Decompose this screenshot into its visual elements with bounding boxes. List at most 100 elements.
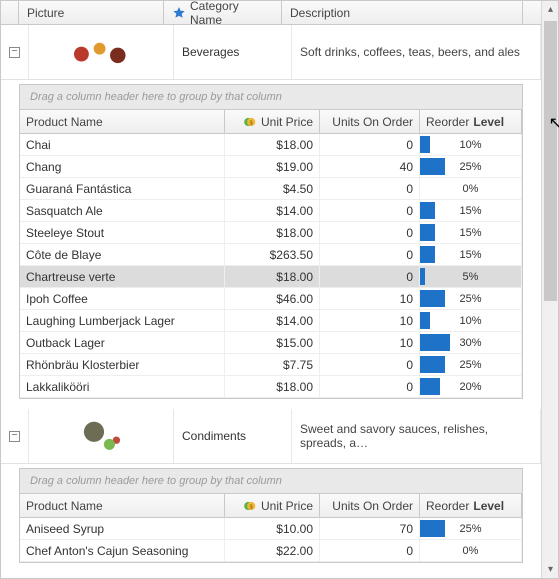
reorder-level-cell: 25% <box>420 156 522 177</box>
table-row[interactable]: Sasquatch Ale$14.00015% <box>20 200 522 222</box>
category-name-header-text: Category Name <box>190 1 273 27</box>
currency-icon: $ <box>243 499 257 513</box>
reorder-level-cell: 15% <box>420 244 522 265</box>
table-row[interactable]: Lakkalikööri$18.00020% <box>20 376 522 398</box>
table-row[interactable]: Chang$19.004025% <box>20 156 522 178</box>
product-name-cell: Outback Lager <box>20 332 225 353</box>
collapse-button[interactable]: − <box>9 431 20 442</box>
master-grid: Picture Category Name Description − Bever… <box>0 0 559 579</box>
units-on-order-cell: 40 <box>320 156 420 177</box>
table-row[interactable]: Chartreuse verte$18.0005% <box>20 266 522 288</box>
group-panel[interactable]: Drag a column header here to group by th… <box>20 469 522 494</box>
category-thumbnail <box>66 31 136 73</box>
product-name-cell: Chang <box>20 156 225 177</box>
reorder-level-cell: 5% <box>420 266 522 287</box>
star-icon <box>172 6 186 20</box>
units-on-order-cell: 70 <box>320 518 420 539</box>
reorder-level-cell: 10% <box>420 310 522 331</box>
table-row[interactable]: Côte de Blaye$263.50015% <box>20 244 522 266</box>
units-on-order-cell: 0 <box>320 244 420 265</box>
category-row[interactable]: −BeveragesSoft drinks, coffees, teas, be… <box>1 25 541 80</box>
expand-cell: − <box>1 409 29 463</box>
units-on-order-cell: 0 <box>320 200 420 221</box>
reorder-level-column-header[interactable]: Reorder Level <box>420 110 522 133</box>
unit-price-cell: $46.00 <box>225 288 320 309</box>
unit-price-cell: $18.00 <box>225 376 320 397</box>
master-header-row: Picture Category Name Description <box>1 1 541 25</box>
expand-cell: − <box>1 25 29 79</box>
picture-column-header[interactable]: Picture <box>19 1 164 24</box>
product-name-cell: Chartreuse verte <box>20 266 225 287</box>
table-row[interactable]: Steeleye Stout$18.00015% <box>20 222 522 244</box>
unit-price-cell: $22.00 <box>225 540 320 561</box>
reorder-level-cell: 0% <box>420 540 522 561</box>
collapse-button[interactable]: − <box>9 47 20 58</box>
units-on-order-cell: 10 <box>320 310 420 331</box>
vertical-scrollbar[interactable]: ▴ ▾ <box>541 1 558 578</box>
product-name-cell: Laughing Lumberjack Lager <box>20 310 225 331</box>
units-on-order-cell: 0 <box>320 134 420 155</box>
product-name-cell: Chef Anton's Cajun Seasoning <box>20 540 225 561</box>
product-name-column-header[interactable]: Product Name <box>20 494 225 517</box>
unit-price-cell: $19.00 <box>225 156 320 177</box>
table-row[interactable]: Guaraná Fantástica$4.5000% <box>20 178 522 200</box>
unit-price-cell: $10.00 <box>225 518 320 539</box>
rows-container: −BeveragesSoft drinks, coffees, teas, be… <box>1 25 541 563</box>
reorder-level-cell: 25% <box>420 354 522 375</box>
units-on-order-cell: 0 <box>320 376 420 397</box>
table-row[interactable]: Ipoh Coffee$46.001025% <box>20 288 522 310</box>
category-row[interactable]: −CondimentsSweet and savory sauces, reli… <box>1 409 541 464</box>
table-row[interactable]: Laughing Lumberjack Lager$14.001010% <box>20 310 522 332</box>
picture-cell <box>29 25 174 79</box>
unit-price-cell: $4.50 <box>225 178 320 199</box>
reorder-level-cell: 0% <box>420 178 522 199</box>
table-row[interactable]: Rhönbräu Klosterbier$7.75025% <box>20 354 522 376</box>
picture-cell <box>29 409 174 463</box>
category-name-cell: Beverages <box>174 25 292 79</box>
product-name-cell: Chai <box>20 134 225 155</box>
reorder-level-cell: 10% <box>420 134 522 155</box>
filler-column-header <box>523 1 541 24</box>
reorder-level-column-header[interactable]: Reorder Level <box>420 494 522 517</box>
unit-price-column-header[interactable]: $Unit Price <box>225 110 320 133</box>
units-on-order-cell: 0 <box>320 354 420 375</box>
reorder-level-cell: 15% <box>420 222 522 243</box>
product-name-column-header[interactable]: Product Name <box>20 110 225 133</box>
description-column-header[interactable]: Description <box>282 1 523 24</box>
reorder-level-cell: 25% <box>420 518 522 539</box>
unit-price-column-header[interactable]: $Unit Price <box>225 494 320 517</box>
units-on-order-column-header[interactable]: Units On Order <box>320 494 420 517</box>
product-name-cell: Steeleye Stout <box>20 222 225 243</box>
product-name-cell: Aniseed Syrup <box>20 518 225 539</box>
unit-price-cell: $7.75 <box>225 354 320 375</box>
scroll-viewport: Picture Category Name Description − Bever… <box>1 1 541 578</box>
detail-grid: Drag a column header here to group by th… <box>19 84 523 399</box>
unit-price-cell: $14.00 <box>225 200 320 221</box>
scroll-down-arrow-icon[interactable]: ▾ <box>542 561 559 578</box>
table-row[interactable]: Chef Anton's Cajun Seasoning$22.0000% <box>20 540 522 562</box>
product-name-cell: Ipoh Coffee <box>20 288 225 309</box>
unit-price-cell: $14.00 <box>225 310 320 331</box>
category-name-column-header[interactable]: Category Name <box>164 1 282 24</box>
scroll-up-arrow-icon[interactable]: ▴ <box>542 1 559 18</box>
product-name-cell: Guaraná Fantástica <box>20 178 225 199</box>
table-row[interactable]: Outback Lager$15.001030% <box>20 332 522 354</box>
detail-header-row: Product Name$Unit PriceUnits On OrderReo… <box>20 110 522 134</box>
product-name-cell: Sasquatch Ale <box>20 200 225 221</box>
reorder-level-cell: 20% <box>420 376 522 397</box>
detail-grid: Drag a column header here to group by th… <box>19 468 523 563</box>
category-thumbnail <box>66 415 136 457</box>
detail-header-row: Product Name$Unit PriceUnits On OrderReo… <box>20 494 522 518</box>
table-row[interactable]: Aniseed Syrup$10.007025% <box>20 518 522 540</box>
units-on-order-cell: 10 <box>320 288 420 309</box>
group-panel[interactable]: Drag a column header here to group by th… <box>20 85 522 110</box>
unit-price-cell: $263.50 <box>225 244 320 265</box>
table-row[interactable]: Chai$18.00010% <box>20 134 522 156</box>
unit-price-cell: $18.00 <box>225 266 320 287</box>
scrollbar-thumb[interactable] <box>544 21 557 301</box>
units-on-order-cell: 0 <box>320 178 420 199</box>
product-name-cell: Côte de Blaye <box>20 244 225 265</box>
unit-price-cell: $18.00 <box>225 222 320 243</box>
units-on-order-column-header[interactable]: Units On Order <box>320 110 420 133</box>
currency-icon: $ <box>243 115 257 129</box>
